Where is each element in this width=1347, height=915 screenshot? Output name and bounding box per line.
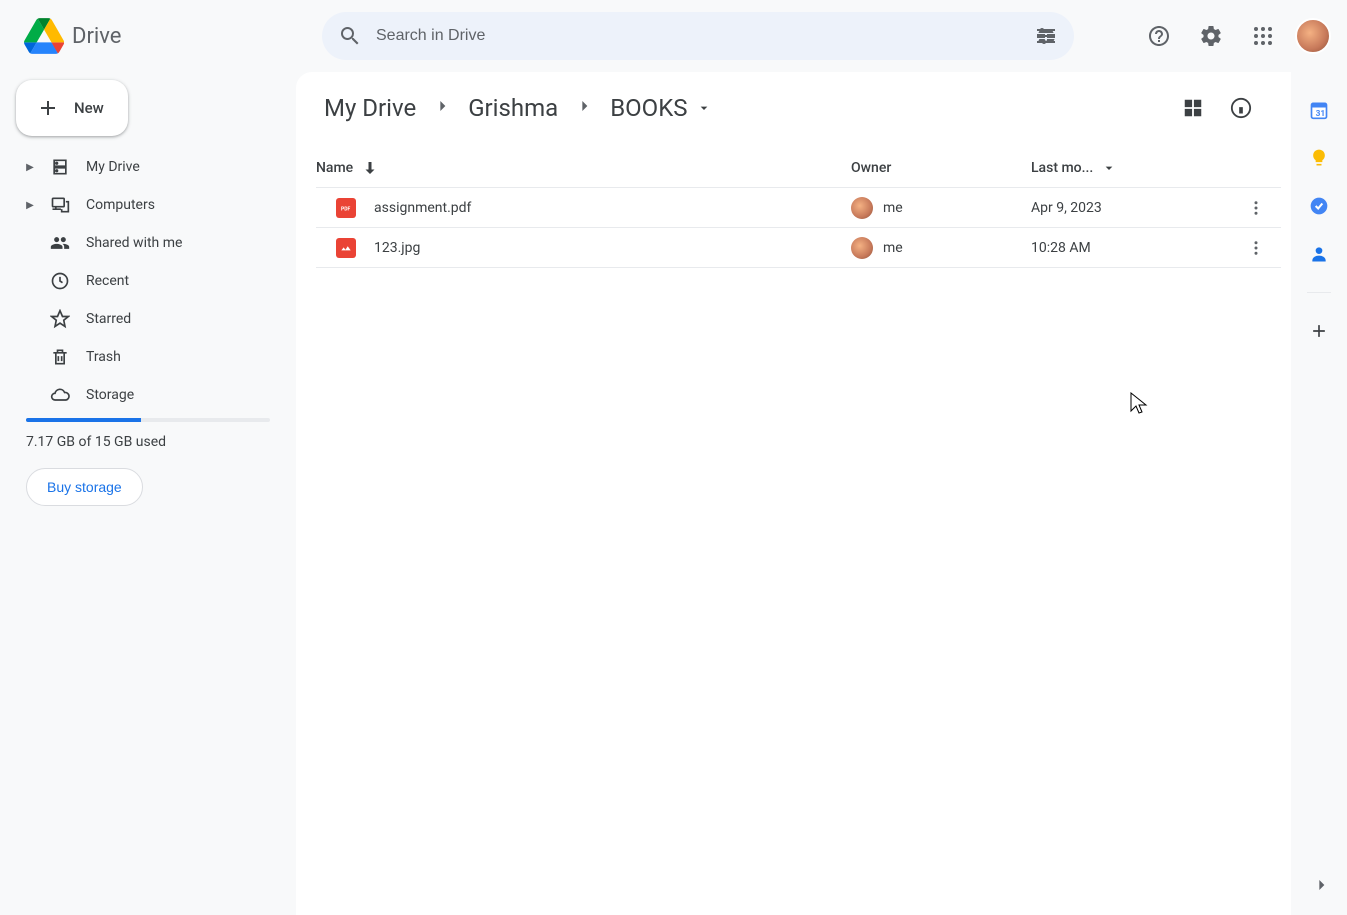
cloud-icon xyxy=(50,385,70,405)
computers-icon xyxy=(50,195,70,215)
more-actions-button[interactable] xyxy=(1231,199,1281,217)
sidebar-item-computers[interactable]: ▶ Computers xyxy=(8,186,288,224)
file-owner: me xyxy=(883,200,903,216)
shared-icon xyxy=(50,233,70,253)
buy-storage-button[interactable]: Buy storage xyxy=(26,468,143,506)
chevron-right-icon xyxy=(574,96,594,120)
file-modified: 10:28 AM xyxy=(1031,240,1231,256)
chevron-right-icon xyxy=(432,96,452,120)
breadcrumb-books[interactable]: BOOKS xyxy=(602,90,719,126)
col-owner[interactable]: Owner xyxy=(851,160,1031,176)
apps-grid-icon xyxy=(1251,24,1275,48)
star-icon xyxy=(50,309,70,329)
table-row[interactable]: 123.jpg me 10:28 AM xyxy=(316,228,1281,268)
chevron-right-icon xyxy=(1311,875,1331,895)
trash-icon xyxy=(50,347,70,367)
help-icon xyxy=(1147,24,1171,48)
table-row[interactable]: PDF assignment.pdf me Apr 9, 2023 xyxy=(316,188,1281,228)
dropdown-icon xyxy=(1101,160,1117,176)
gear-icon xyxy=(1199,24,1223,48)
sidebar-item-label: Recent xyxy=(86,273,129,289)
layout-toggle-button[interactable] xyxy=(1173,88,1213,128)
tasks-addon[interactable] xyxy=(1309,196,1329,216)
sidebar-item-my-drive[interactable]: ▶ My Drive xyxy=(8,148,288,186)
keep-icon xyxy=(1309,148,1329,168)
plus-icon xyxy=(1309,321,1329,341)
file-name: 123.jpg xyxy=(374,240,420,256)
expand-icon[interactable]: ▶ xyxy=(26,200,34,211)
plus-icon xyxy=(36,96,60,120)
search-bar[interactable] xyxy=(322,12,1074,60)
more-actions-button[interactable] xyxy=(1231,239,1281,257)
more-vert-icon xyxy=(1247,239,1265,257)
file-table: Name Owner Last mo... PDF xyxy=(316,148,1281,268)
sidebar-item-label: My Drive xyxy=(86,159,140,175)
my-drive-icon xyxy=(50,157,70,177)
owner-avatar xyxy=(851,237,873,259)
settings-button[interactable] xyxy=(1191,16,1231,56)
breadcrumb-label: BOOKS xyxy=(610,94,687,122)
pdf-file-icon: PDF xyxy=(336,198,356,218)
calendar-icon: 31 xyxy=(1309,100,1329,120)
storage-text: 7.17 GB of 15 GB used xyxy=(8,422,288,462)
breadcrumb: My Drive Grishma BOOKS xyxy=(316,88,1281,128)
file-owner: me xyxy=(883,240,903,256)
owner-avatar xyxy=(851,197,873,219)
get-addons-button[interactable] xyxy=(1309,321,1329,341)
search-options-icon[interactable] xyxy=(1034,24,1058,48)
sidebar-item-shared[interactable]: Shared with me xyxy=(8,224,288,262)
info-icon xyxy=(1230,97,1252,119)
dropdown-icon xyxy=(696,100,712,116)
recent-icon xyxy=(50,271,70,291)
support-button[interactable] xyxy=(1139,16,1179,56)
image-file-icon xyxy=(336,238,356,258)
contacts-addon[interactable] xyxy=(1309,244,1329,264)
sidebar-item-label: Shared with me xyxy=(86,235,182,251)
sidebar: New ▶ My Drive ▶ Computers Shared with m… xyxy=(0,72,296,915)
new-button[interactable]: New xyxy=(16,80,128,136)
grid-view-icon xyxy=(1182,97,1204,119)
sidebar-item-starred[interactable]: Starred xyxy=(8,300,288,338)
file-modified: Apr 9, 2023 xyxy=(1031,200,1231,216)
search-input[interactable] xyxy=(376,27,1020,45)
drive-logo-icon xyxy=(24,16,64,56)
sidebar-item-trash[interactable]: Trash xyxy=(8,338,288,376)
new-button-label: New xyxy=(74,99,104,117)
app-name: Drive xyxy=(72,24,121,49)
sidebar-item-label: Starred xyxy=(86,311,131,327)
contacts-icon xyxy=(1309,244,1329,264)
header: Drive xyxy=(0,0,1347,72)
calendar-addon[interactable]: 31 xyxy=(1309,100,1329,120)
drive-logo[interactable]: Drive xyxy=(16,16,306,56)
header-actions xyxy=(1139,16,1331,56)
hide-side-panel-button[interactable] xyxy=(1311,875,1331,899)
col-modified[interactable]: Last mo... xyxy=(1031,160,1231,176)
sort-down-icon xyxy=(361,159,379,177)
svg-text:PDF: PDF xyxy=(341,206,350,212)
sidebar-item-label: Storage xyxy=(86,387,134,403)
keep-addon[interactable] xyxy=(1309,148,1329,168)
sidebar-item-storage[interactable]: Storage xyxy=(8,376,288,414)
sidebar-item-label: Computers xyxy=(86,197,155,213)
apps-button[interactable] xyxy=(1243,16,1283,56)
side-panel: 31 xyxy=(1291,72,1347,915)
breadcrumb-grishma[interactable]: Grishma xyxy=(460,90,566,126)
view-details-button[interactable] xyxy=(1221,88,1261,128)
breadcrumb-my-drive[interactable]: My Drive xyxy=(316,90,424,126)
col-name[interactable]: Name xyxy=(316,159,851,177)
tasks-icon xyxy=(1309,196,1329,216)
search-icon xyxy=(338,24,362,48)
expand-icon[interactable]: ▶ xyxy=(26,162,34,173)
sidebar-item-recent[interactable]: Recent xyxy=(8,262,288,300)
more-vert-icon xyxy=(1247,199,1265,217)
account-avatar[interactable] xyxy=(1295,18,1331,54)
file-name: assignment.pdf xyxy=(374,200,471,216)
table-header: Name Owner Last mo... xyxy=(316,148,1281,188)
sidebar-item-label: Trash xyxy=(86,349,121,365)
svg-text:31: 31 xyxy=(1316,109,1326,119)
main: My Drive Grishma BOOKS xyxy=(296,72,1291,915)
